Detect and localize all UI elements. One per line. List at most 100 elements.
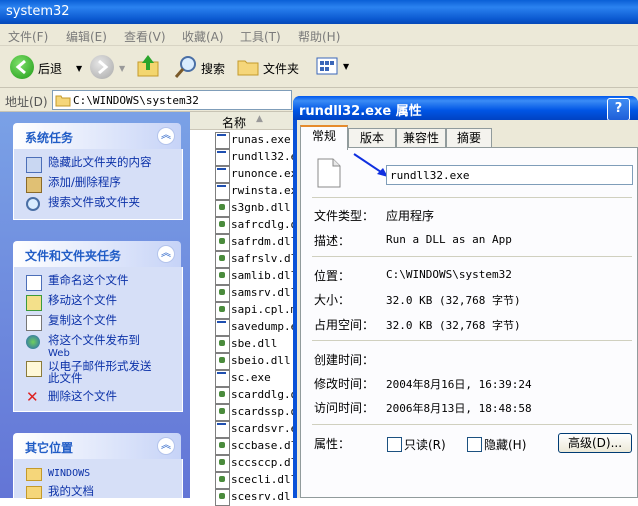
- rename-icon: [26, 275, 42, 291]
- menu-edit[interactable]: 编辑(E): [66, 28, 107, 45]
- file-tasks-title: 文件和文件夹任务: [25, 249, 122, 263]
- view-button[interactable]: ▼: [314, 54, 352, 80]
- file-row[interactable]: sapi.cpl.m: [215, 301, 297, 319]
- forward-arrow-icon: [90, 55, 114, 79]
- filename-input[interactable]: rundll32.exe: [386, 165, 633, 185]
- help-button[interactable]: ?: [607, 98, 630, 121]
- dll-file-icon: [215, 438, 230, 455]
- forward-dropdown-icon[interactable]: ▼: [119, 64, 125, 73]
- up-folder-button[interactable]: [134, 52, 162, 82]
- file-row[interactable]: samlib.dll: [215, 267, 297, 285]
- programs-icon: [26, 177, 42, 193]
- task-pane: 系统任务 ︽ 隐藏此文件夹的内容 添加/删除程序 搜索文件或文件夹 文件和文件夹…: [0, 112, 190, 499]
- dll-file-icon: [215, 200, 230, 217]
- back-dropdown-icon[interactable]: ▼: [76, 64, 82, 73]
- exe-file-icon: [215, 319, 230, 336]
- file-type-icon: [316, 158, 342, 188]
- file-row[interactable]: sbeio.dll: [215, 352, 295, 370]
- tab-summary[interactable]: 摘要: [446, 128, 492, 148]
- toolbar: 后退 ▼ ▼ 搜索 文件夹 ▼: [0, 46, 638, 88]
- file-name: savedump.e: [231, 320, 298, 333]
- dll-file-icon: [215, 285, 230, 302]
- file-row[interactable]: scarddlg.d: [215, 386, 298, 404]
- window-title: system32: [6, 4, 70, 19]
- file-row[interactable]: sccsccp.dl: [215, 454, 297, 472]
- file-name: scardsvr.e: [231, 422, 298, 435]
- file-row[interactable]: sccbase.dl: [215, 437, 297, 455]
- dll-file-icon: [215, 268, 230, 285]
- name-column-header[interactable]: 名称: [222, 114, 246, 131]
- menu-view[interactable]: 查看(V): [124, 28, 166, 45]
- file-name: scesrv.dl: [231, 490, 291, 503]
- menu-tools[interactable]: 工具(T): [240, 28, 281, 45]
- file-name: sbe.dll: [231, 337, 278, 350]
- tab-general[interactable]: 常规: [300, 125, 348, 150]
- file-row[interactable]: scardssp.d: [215, 403, 297, 421]
- file-row[interactable]: s3gnb.dll: [215, 199, 295, 217]
- system-tasks-header[interactable]: 系统任务 ︽: [13, 123, 181, 149]
- separator: [312, 197, 632, 198]
- dialog-titlebar[interactable]: rundll32.exe 属性 ?: [293, 96, 638, 121]
- modified-value: 2004年8月16日, 16:39:24: [386, 378, 532, 391]
- file-row[interactable]: sc.exe: [215, 369, 295, 387]
- file-name: rundll32.e: [231, 150, 298, 163]
- file-row[interactable]: safrcdlg.d: [215, 216, 297, 234]
- move-icon: [26, 295, 42, 311]
- file-row[interactable]: safrslv.dl: [215, 250, 297, 268]
- search-button[interactable]: 搜索: [170, 46, 230, 88]
- file-row[interactable]: samsrv.dll: [215, 284, 297, 302]
- file-name: runas.exe: [231, 133, 291, 146]
- system-tasks-title: 系统任务: [25, 131, 74, 145]
- views-icon: [316, 57, 338, 75]
- tab-compatibility[interactable]: 兼容性: [396, 128, 446, 148]
- dll-file-icon: [215, 387, 230, 404]
- filename-value: rundll32.exe: [390, 169, 470, 182]
- folders-button[interactable]: 文件夹: [234, 46, 306, 88]
- file-row[interactable]: savedump.e: [215, 318, 298, 336]
- attributes-label: 属性：: [314, 437, 351, 451]
- file-row[interactable]: rwinsta.ex: [215, 182, 298, 200]
- menu-help[interactable]: 帮助(H): [298, 28, 340, 45]
- tab-version[interactable]: 版本: [348, 128, 396, 148]
- collapse-chevron-icon[interactable]: ︽: [157, 245, 175, 263]
- file-tasks-header[interactable]: 文件和文件夹任务 ︽: [13, 241, 181, 267]
- file-row[interactable]: scecli.dll: [215, 471, 298, 489]
- dll-file-icon: [215, 302, 230, 319]
- file-row[interactable]: scardsvr.e: [215, 420, 298, 438]
- dll-file-icon: [215, 404, 230, 421]
- collapse-chevron-icon[interactable]: ︽: [157, 127, 175, 145]
- dll-file-icon: [215, 455, 230, 472]
- readonly-checkbox[interactable]: [387, 437, 402, 452]
- accessed-label: 访问时间：: [314, 401, 375, 415]
- file-row[interactable]: sbe.dll: [215, 335, 295, 353]
- advanced-button[interactable]: 高级(D)...: [558, 433, 632, 453]
- file-name: scarddlg.d: [231, 388, 298, 401]
- collapse-chevron-icon[interactable]: ︽: [157, 437, 175, 455]
- window-titlebar[interactable]: system32: [0, 0, 638, 24]
- file-row[interactable]: safrdm.dll: [215, 233, 297, 251]
- menu-favorites[interactable]: 收藏(A): [182, 28, 224, 45]
- hidden-checkbox[interactable]: [467, 437, 482, 452]
- search-label: 搜索: [201, 62, 226, 76]
- file-name: sbeio.dll: [231, 354, 291, 367]
- system-tasks-body: 隐藏此文件夹的内容 添加/删除程序 搜索文件或文件夹: [13, 149, 183, 220]
- other-places-header[interactable]: 其它位置 ︽: [13, 433, 181, 459]
- back-button[interactable]: 后退 ▼: [6, 46, 86, 88]
- file-name: scecli.dll: [231, 473, 298, 486]
- dll-file-icon: [215, 234, 230, 251]
- other-places-title: 其它位置: [25, 441, 74, 455]
- location-value: C:\WINDOWS\system32: [386, 268, 512, 281]
- size-on-disk-value: 32.0 KB (32,768 字节): [386, 319, 521, 332]
- folder-icon: [237, 60, 259, 76]
- file-row[interactable]: runonce.ex: [215, 165, 297, 183]
- file-name: rwinsta.ex: [231, 184, 298, 197]
- forward-button[interactable]: ▼: [88, 46, 128, 88]
- file-row[interactable]: rundll32.e: [215, 148, 298, 166]
- file-row[interactable]: scesrv.dl: [215, 488, 295, 506]
- file-row[interactable]: runas.exe: [215, 131, 295, 149]
- address-input[interactable]: C:\WINDOWS\system32: [52, 90, 292, 110]
- file-tasks-body: 重命名这个文件 移动这个文件 复制这个文件 将这个文件发布到 Web 以电子邮件…: [13, 267, 183, 412]
- dialog-title: rundll32.exe 属性: [299, 104, 422, 119]
- file-name: s3gnb.dll: [231, 201, 291, 214]
- menu-file[interactable]: 文件(F): [8, 28, 48, 45]
